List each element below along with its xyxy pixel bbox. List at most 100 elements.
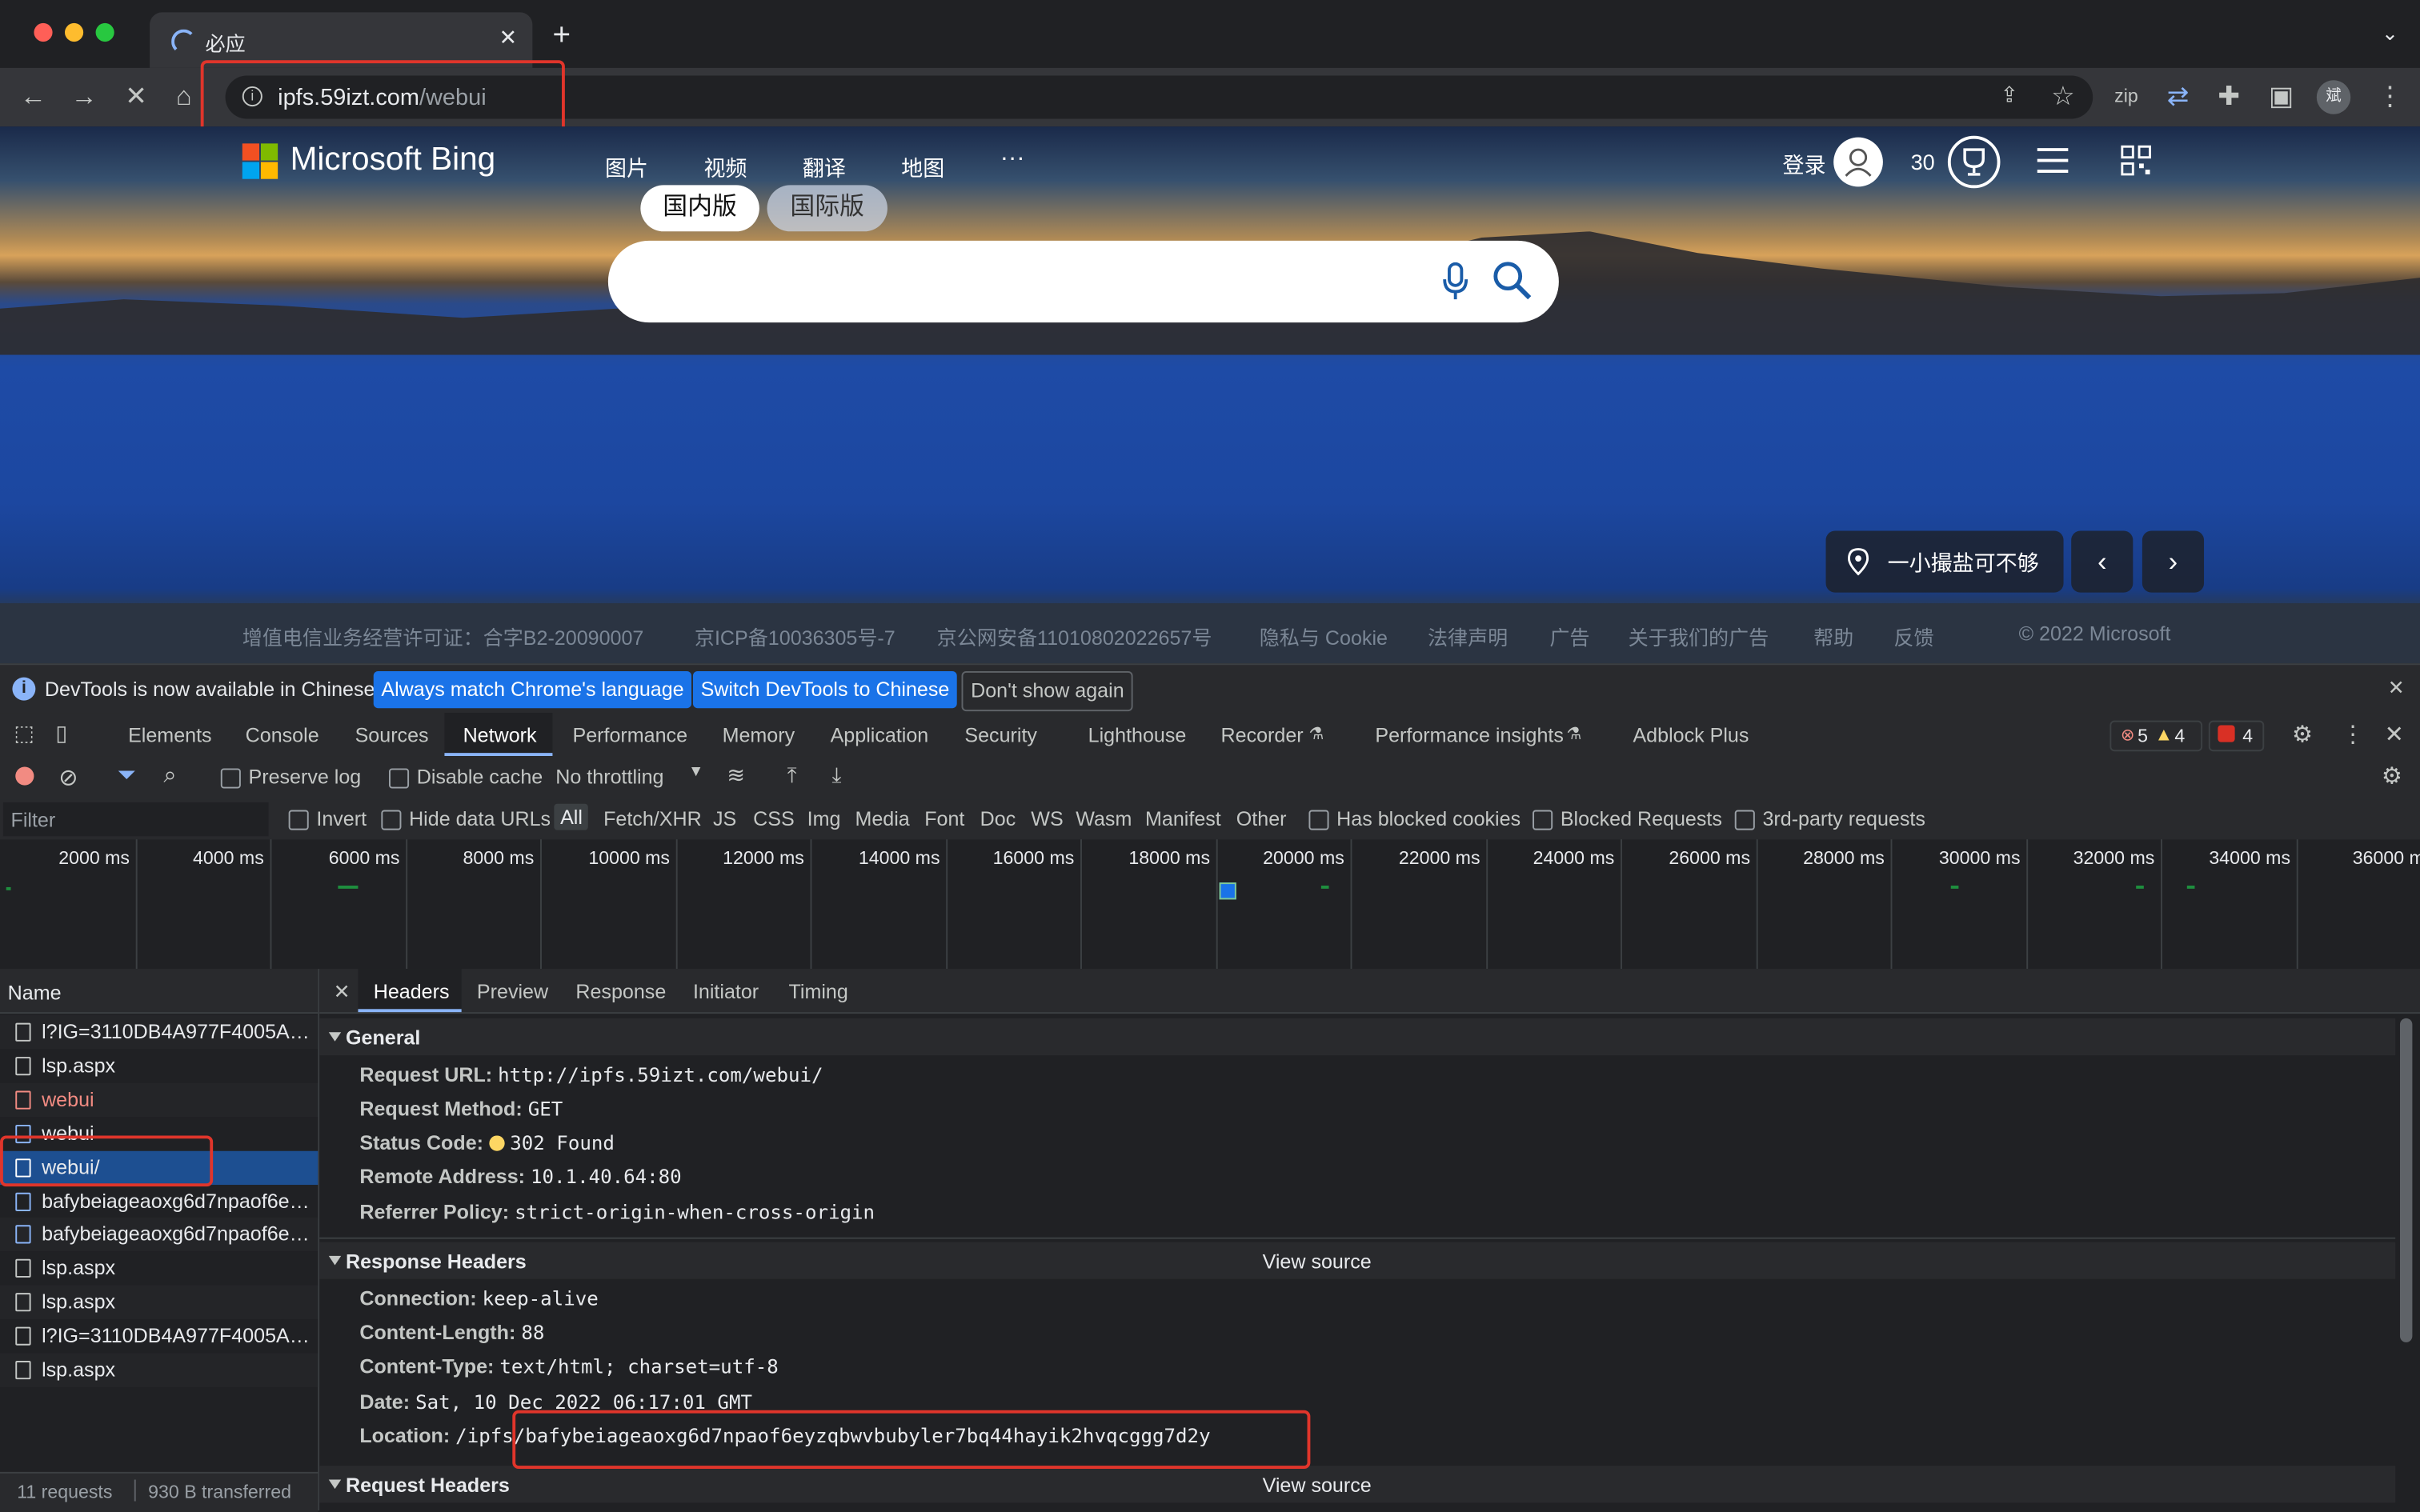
switch-chinese-button[interactable]: Switch DevTools to Chinese xyxy=(692,670,958,709)
request-row[interactable]: bafybeiageaoxg6d7npaof6ey... xyxy=(0,1218,319,1252)
type-font[interactable]: Font xyxy=(924,807,964,830)
profile-avatar[interactable]: 斌 xyxy=(2316,80,2351,114)
type-css[interactable]: CSS xyxy=(753,807,795,830)
type-other[interactable]: Other xyxy=(1236,807,1287,830)
share-icon[interactable]: ⇪ xyxy=(2000,82,2018,108)
hamburger-menu-icon[interactable] xyxy=(2037,148,2069,181)
next-image-button[interactable]: › xyxy=(2142,530,2205,593)
type-img[interactable]: Img xyxy=(807,807,841,830)
forward-arrow-icon[interactable]: → xyxy=(71,82,98,113)
footer-ads[interactable]: 广告 xyxy=(1549,622,1589,651)
invert-checkbox[interactable] xyxy=(288,810,309,830)
tab-network[interactable]: Network xyxy=(463,724,537,747)
zip-extension-icon[interactable]: zip xyxy=(2114,85,2138,106)
tab-recorder[interactable]: Recorder xyxy=(1221,724,1304,747)
general-section-header[interactable]: General xyxy=(319,1018,2396,1056)
network-settings-icon[interactable]: ⚙ xyxy=(2382,762,2402,790)
import-har-icon[interactable]: ⤒ xyxy=(787,762,797,789)
request-row[interactable]: lsp.aspx xyxy=(0,1285,319,1320)
blocked-requests-checkbox[interactable] xyxy=(1533,810,1553,830)
type-all[interactable]: All xyxy=(554,803,589,830)
request-row[interactable]: bafybeiageaoxg6d7npaof6ey... xyxy=(0,1184,319,1218)
window-minimize-button[interactable] xyxy=(65,22,84,42)
search-input[interactable] xyxy=(607,240,1559,323)
request-row[interactable]: lsp.aspx xyxy=(0,1251,319,1286)
preserve-log-checkbox[interactable] xyxy=(220,768,241,789)
third-party-checkbox[interactable] xyxy=(1734,810,1755,830)
detail-tab-preview[interactable]: Preview xyxy=(477,980,548,1003)
footer-license[interactable]: 增值电信业务经营许可证：合字B2-20090007 xyxy=(242,622,644,651)
export-har-icon[interactable]: ⤓ xyxy=(832,762,842,789)
devtools-close-icon[interactable]: ✕ xyxy=(2385,721,2404,749)
footer-about-ads[interactable]: 关于我们的广告 xyxy=(1629,622,1769,651)
request-row[interactable]: l?IG=3110DB4A977F4005A9... xyxy=(0,1015,319,1050)
window-close-button[interactable] xyxy=(34,22,53,42)
version-international-button[interactable]: 国际版 xyxy=(767,185,887,232)
search-icon[interactable]: ⌕ xyxy=(163,762,176,789)
filter-funnel-icon[interactable]: ⏷ xyxy=(118,762,136,789)
image-location-button[interactable]: 一小撮盐可不够 xyxy=(1825,530,2064,593)
detail-tab-response[interactable]: Response xyxy=(575,980,666,1003)
infobar-close-icon[interactable]: ✕ xyxy=(2388,676,2405,701)
new-tab-button[interactable]: + xyxy=(552,18,571,54)
tab-memory[interactable]: Memory xyxy=(723,724,795,747)
issues-count[interactable]: 4 xyxy=(2208,720,2265,752)
tab-close-icon[interactable]: ✕ xyxy=(499,25,517,51)
rewards-points[interactable]: 30 xyxy=(1911,150,1935,174)
detail-tab-timing[interactable]: Timing xyxy=(789,980,848,1003)
name-column-header[interactable]: Name xyxy=(8,982,62,1005)
request-list-header[interactable]: Name xyxy=(0,969,319,1014)
rewards-trophy-icon[interactable] xyxy=(1947,135,2001,189)
request-row[interactable]: l?IG=3110DB4A977F4005A9... xyxy=(0,1319,319,1354)
search-icon[interactable] xyxy=(1491,259,1534,302)
side-panel-icon[interactable]: ▣ xyxy=(2269,82,2294,113)
filter-input[interactable]: Filter xyxy=(2,802,269,837)
request-headers-section-header[interactable]: Request Headers View source xyxy=(319,1466,2396,1503)
settings-gear-icon[interactable]: ⚙ xyxy=(2292,721,2313,749)
close-detail-icon[interactable]: ✕ xyxy=(334,980,351,1005)
tab-console[interactable]: Console xyxy=(246,724,319,747)
inspect-element-icon[interactable]: ⬚ xyxy=(14,721,34,747)
device-toolbar-icon[interactable]: ▯ xyxy=(55,721,67,747)
headers-scrollbar[interactable] xyxy=(2399,1018,2413,1342)
nav-videos[interactable]: 视频 xyxy=(703,153,747,184)
disable-cache-checkbox[interactable] xyxy=(389,768,410,789)
footer-privacy[interactable]: 隐私与 Cookie xyxy=(1260,622,1388,651)
devtools-menu-icon[interactable]: ⋮ xyxy=(2342,721,2365,749)
footer-police[interactable]: 京公网安备11010802022657号 xyxy=(937,622,1212,651)
footer-feedback[interactable]: 反馈 xyxy=(1893,622,1933,651)
has-blocked-cookies-checkbox[interactable] xyxy=(1308,810,1329,830)
type-media[interactable]: Media xyxy=(855,807,909,830)
detail-tab-initiator[interactable]: Initiator xyxy=(693,980,759,1003)
signin-link[interactable]: 登录 xyxy=(1783,150,1826,181)
footer-legal[interactable]: 法律声明 xyxy=(1428,622,1508,651)
type-doc[interactable]: Doc xyxy=(980,807,1016,830)
type-fetch-xhr[interactable]: Fetch/XHR xyxy=(603,807,702,830)
qr-code-icon[interactable] xyxy=(2121,145,2152,176)
stop-loading-icon[interactable]: ✕ xyxy=(125,82,146,113)
request-row[interactable]: lsp.aspx xyxy=(0,1353,319,1387)
tab-performance[interactable]: Performance xyxy=(573,724,688,747)
window-zoom-button[interactable] xyxy=(95,22,114,42)
request-row[interactable]: webui xyxy=(0,1082,319,1117)
detail-tab-headers[interactable]: Headers xyxy=(374,980,450,1003)
home-icon[interactable]: ⌂ xyxy=(176,82,192,113)
nav-translate[interactable]: 翻译 xyxy=(803,153,846,184)
footer-icp[interactable]: 京ICP备10036305号-7 xyxy=(695,622,895,651)
tab-sources[interactable]: Sources xyxy=(355,724,429,747)
network-conditions-icon[interactable]: ≋ xyxy=(727,762,745,789)
match-language-button[interactable]: Always match Chrome's language xyxy=(373,670,692,709)
tab-adblock-plus[interactable]: Adblock Plus xyxy=(1633,724,1749,747)
nav-images[interactable]: 图片 xyxy=(605,153,648,184)
type-ws[interactable]: WS xyxy=(1031,807,1063,830)
nav-maps[interactable]: 地图 xyxy=(901,153,944,184)
bookmark-star-icon[interactable]: ☆ xyxy=(2051,82,2074,113)
back-arrow-icon[interactable]: ← xyxy=(20,82,46,113)
type-manifest[interactable]: Manifest xyxy=(1145,807,1221,830)
previous-image-button[interactable]: ‹ xyxy=(2071,530,2134,593)
footer-help[interactable]: 帮助 xyxy=(1813,622,1853,651)
network-timeline-overview[interactable]: 2000 ms 4000 ms 6000 ms 8000 ms 10000 ms 1200… xyxy=(0,839,2420,971)
throttling-select[interactable]: No throttling xyxy=(555,766,663,789)
console-counts[interactable]: ⊗ 5 ▲ 4 xyxy=(2109,720,2203,752)
response-view-source-link[interactable]: View source xyxy=(1263,1250,1372,1273)
